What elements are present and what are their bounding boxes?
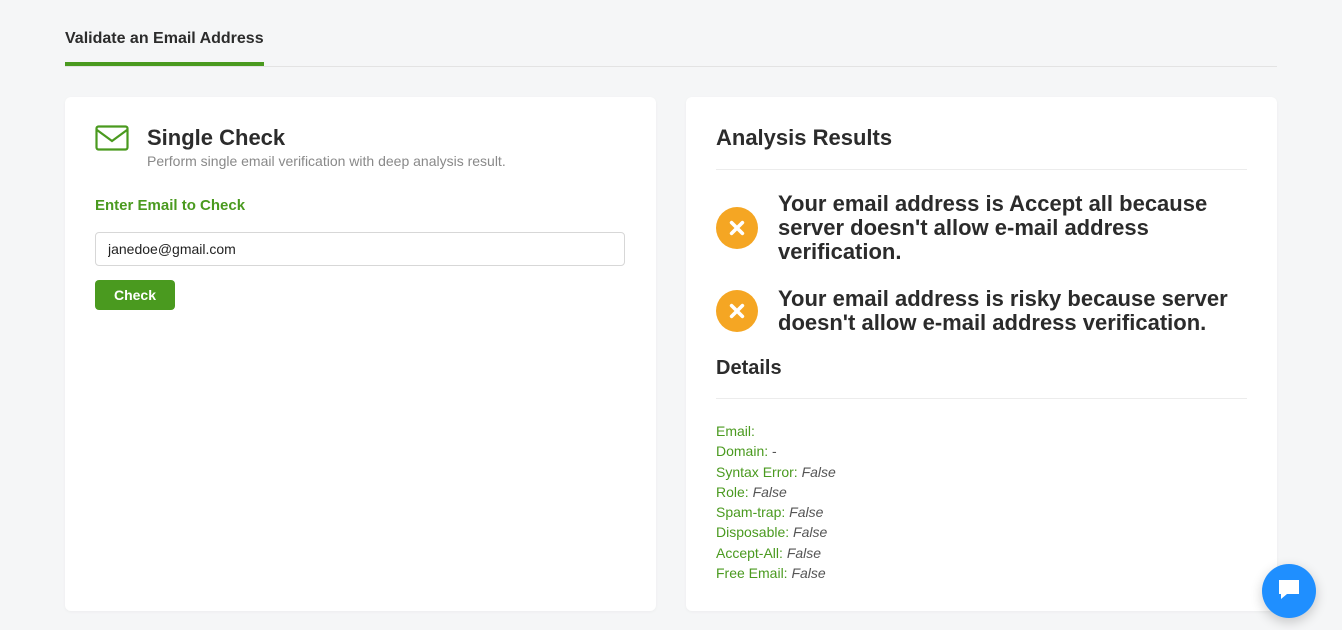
chat-button[interactable] — [1262, 564, 1316, 618]
detail-value-syntax: False — [802, 464, 836, 480]
detail-label-syntax: Syntax Error: — [716, 464, 798, 480]
cross-circle-icon — [716, 207, 758, 249]
detail-label-disposable: Disposable: — [716, 524, 789, 540]
single-check-card: Single Check Perform single email verifi… — [65, 97, 656, 611]
email-field-label: Enter Email to Check — [95, 197, 626, 214]
single-check-title: Single Check — [147, 125, 506, 151]
detail-label-email: Email: — [716, 423, 755, 439]
detail-label-domain: Domain: — [716, 443, 768, 459]
tab-bar: Validate an Email Address — [65, 30, 1277, 67]
analysis-results-title: Analysis Results — [716, 125, 1247, 151]
divider — [716, 169, 1247, 170]
result-message-text: Your email address is risky because serv… — [778, 287, 1247, 335]
email-input[interactable] — [95, 232, 625, 266]
detail-value-role: False — [753, 484, 787, 500]
analysis-results-card: Analysis Results Your email address is A… — [686, 97, 1277, 611]
detail-label-freeemail: Free Email: — [716, 565, 788, 581]
result-message-text: Your email address is Accept all because… — [778, 192, 1247, 265]
cross-circle-icon — [716, 290, 758, 332]
detail-value-spam: False — [789, 504, 823, 520]
detail-label-role: Role: — [716, 484, 749, 500]
tab-validate[interactable]: Validate an Email Address — [65, 30, 264, 66]
result-message: Your email address is risky because serv… — [716, 287, 1247, 335]
check-button[interactable]: Check — [95, 280, 175, 310]
detail-value-acceptall: False — [787, 545, 821, 561]
chat-icon — [1277, 578, 1301, 605]
details-list: Email: Domain: - Syntax Error: False Rol… — [716, 421, 1247, 583]
detail-value-domain: - — [772, 443, 777, 459]
envelope-icon — [95, 125, 129, 156]
result-message: Your email address is Accept all because… — [716, 192, 1247, 265]
detail-value-freeemail: False — [791, 565, 825, 581]
detail-label-acceptall: Accept-All: — [716, 545, 783, 561]
details-title: Details — [716, 357, 1247, 380]
detail-value-disposable: False — [793, 524, 827, 540]
detail-label-spam: Spam-trap: — [716, 504, 785, 520]
divider — [716, 398, 1247, 399]
single-check-subtitle: Perform single email verification with d… — [147, 153, 506, 169]
